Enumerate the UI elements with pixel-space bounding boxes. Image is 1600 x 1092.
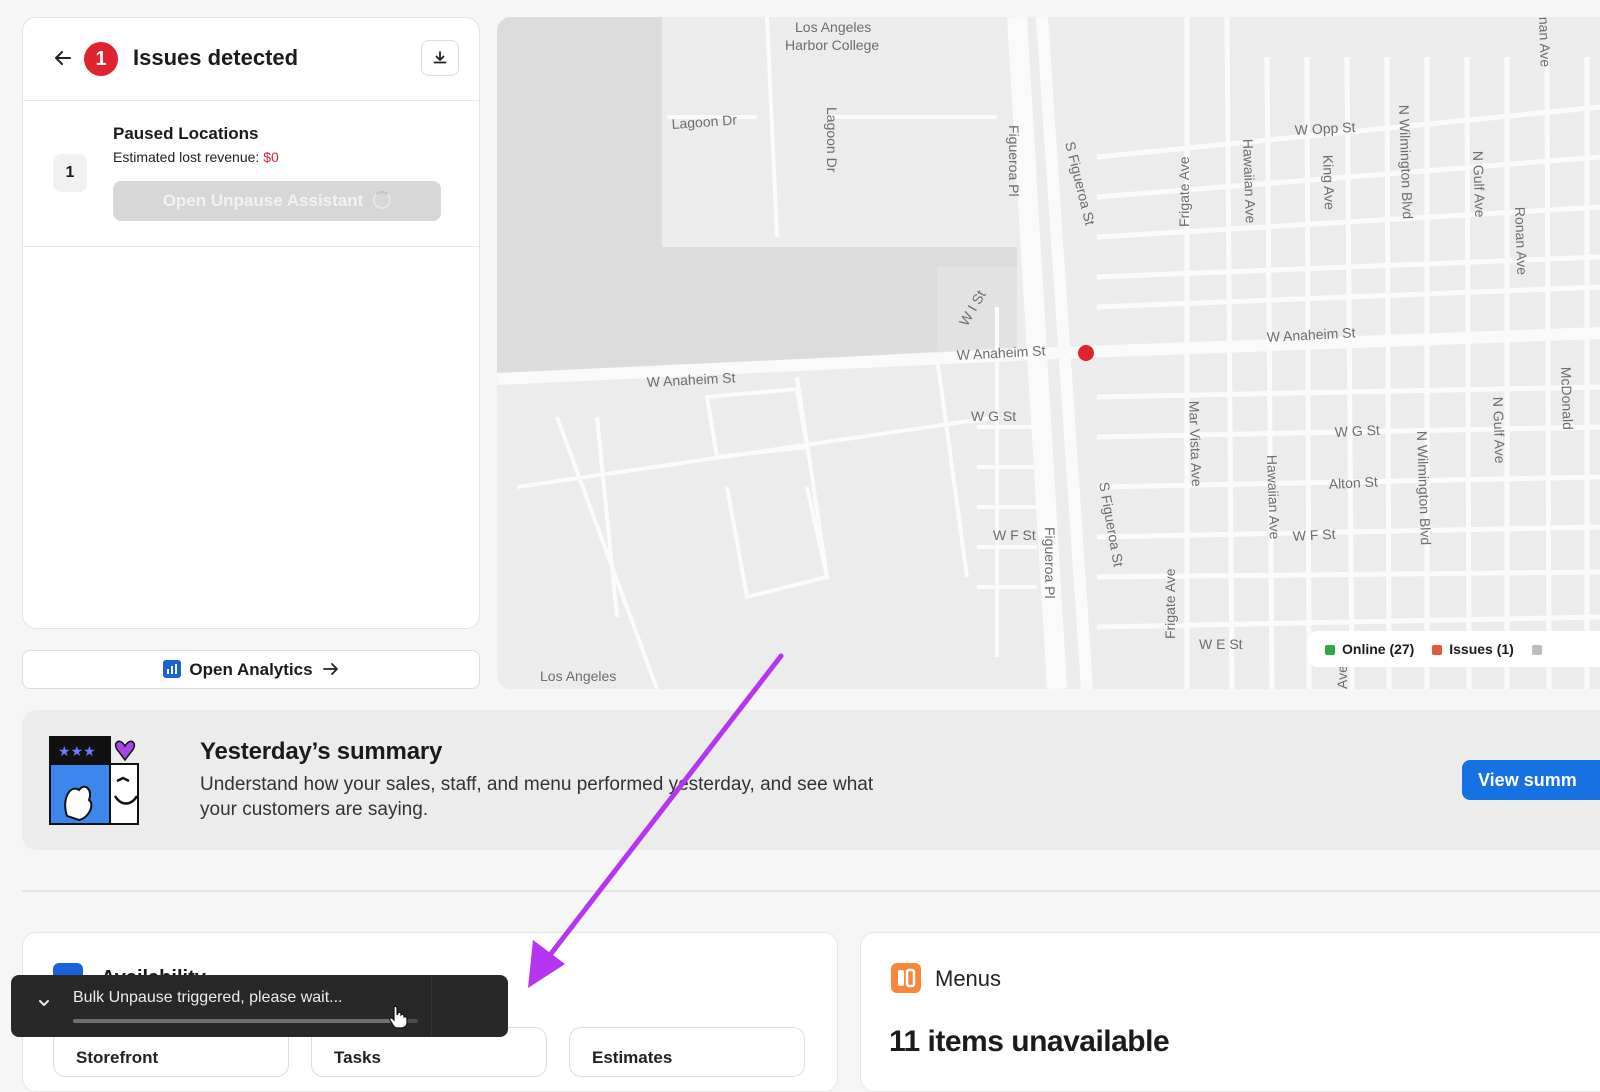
issues-header: 1 Issues detected <box>23 18 479 101</box>
map-label-college2: Harbor College <box>785 37 879 53</box>
map-label-hawaiian-1: Hawaiian Ave <box>1240 139 1259 224</box>
back-button[interactable] <box>51 46 75 70</box>
lost-revenue: Estimated lost revenue: $0 <box>113 149 279 165</box>
issues-count-badge: 1 <box>84 42 118 76</box>
map-label-w-f-st-1: W F St <box>993 527 1036 543</box>
download-button[interactable] <box>421 40 459 76</box>
map-legend: Online (27) Issues (1) <box>1309 631 1600 667</box>
chevron-down-icon[interactable] <box>36 995 52 1011</box>
paused-title: Paused Locations <box>113 124 259 143</box>
map-label-king-ave: King Ave <box>1320 155 1338 211</box>
map-label-mar-vista: Mar Vista Ave <box>1186 401 1205 488</box>
map-label-w-opp-st: W Opp St <box>1294 119 1356 138</box>
legend-issues: Issues (1) <box>1449 641 1514 657</box>
map-label-frigate-2: Frigate Ave <box>1162 568 1178 639</box>
summary-title: Yesterday’s summary <box>200 738 443 765</box>
unpause-button-label: Open Unpause Assistant <box>162 191 364 210</box>
map-label-los-angeles-bottom: Los Angeles <box>540 668 616 684</box>
view-summary-button[interactable]: View summ <box>1462 760 1600 800</box>
locations-map[interactable]: Los Angeles Harbor College Lagoon Dr Lag… <box>497 17 1600 689</box>
yesterday-summary-banner: ★★★ Yesterday’s summary Understand how y… <box>22 710 1600 850</box>
issues-panel: 1 Issues detected 1 Paused Locations Est… <box>22 17 480 629</box>
map-label-mcdonald: McDonald <box>1558 367 1576 431</box>
menus-unavailable-count: 11 items unavailable <box>889 1025 1170 1058</box>
map-label-w-g-st-1: W G St <box>971 408 1016 424</box>
menu-icon <box>891 963 921 993</box>
open-unpause-assistant-button[interactable]: Open Unpause Assistant <box>113 181 441 221</box>
tab-estimates[interactable]: Estimates <box>569 1027 805 1077</box>
paused-locations-section: 1 Paused Locations Estimated lost revenu… <box>23 100 479 247</box>
issues-title: Issues detected <box>133 45 299 70</box>
map-label-lagoon-dr-v: Lagoon Dr <box>824 107 840 173</box>
map-label-w-g-st-2: W G St <box>1334 422 1380 440</box>
map-label-gulf-1: N Gulf Ave <box>1470 151 1488 218</box>
menus-card: Menus 11 items unavailable <box>860 932 1600 1092</box>
svg-text:★★★: ★★★ <box>58 743 96 759</box>
legend-swatch-online <box>1325 645 1335 655</box>
open-analytics-button[interactable]: Open Analytics <box>22 650 480 689</box>
hand-cursor-icon <box>389 1005 408 1029</box>
toast-progress-fill <box>73 1019 394 1023</box>
analytics-label: Open Analytics <box>189 660 313 679</box>
arrow-left-icon <box>55 51 71 65</box>
map-label-frigate-1: Frigate Ave <box>1176 156 1192 227</box>
map-label-nan-ave: nan Ave <box>1536 17 1554 68</box>
legend-swatch-issues <box>1432 645 1443 655</box>
arrow-right-icon <box>322 663 338 675</box>
map-label-w-e-st: W E St <box>1199 636 1243 652</box>
paused-count: 1 <box>53 154 87 192</box>
section-divider <box>22 890 1600 892</box>
loading-spinner-icon <box>373 191 392 209</box>
map-label-figueroa-pl-2: Figueroa Pl <box>1042 527 1058 599</box>
summary-illustration: ★★★ <box>49 736 139 825</box>
toast-message: Bulk Unpause triggered, please wait... <box>73 989 343 1006</box>
map-label-w-f-st-2: W F St <box>1292 526 1336 544</box>
lost-revenue-value: $0 <box>263 149 279 165</box>
legend-online: Online (27) <box>1342 641 1415 657</box>
map-label-ronan: Ronan Ave <box>1512 207 1530 276</box>
bulk-unpause-toast: Bulk Unpause triggered, please wait... <box>11 975 508 1037</box>
toast-separator <box>431 975 432 1037</box>
analytics-icon <box>163 660 182 678</box>
map-label-gulf-2: N Gulf Ave <box>1490 397 1508 464</box>
legend-swatch-other <box>1531 645 1542 655</box>
toast-progress-bar <box>73 1019 418 1023</box>
map-label-alton-st: Alton St <box>1328 473 1378 492</box>
menus-title: Menus <box>935 966 1002 991</box>
lost-revenue-label: Estimated lost revenue: <box>113 149 264 165</box>
location-marker[interactable] <box>1078 345 1094 361</box>
map-canvas[interactable]: Los Angeles Harbor College Lagoon Dr Lag… <box>497 17 1600 689</box>
map-label-ave-bottom: Ave <box>1334 665 1350 689</box>
map-label-figueroa-pl-1: Figueroa Pl <box>1006 125 1022 197</box>
download-icon <box>433 51 447 64</box>
summary-description: Understand how your sales, staff, and me… <box>200 774 874 820</box>
map-label-hawaiian-2: Hawaiian Ave <box>1264 455 1283 540</box>
map-label-college: Los Angeles <box>795 19 871 35</box>
